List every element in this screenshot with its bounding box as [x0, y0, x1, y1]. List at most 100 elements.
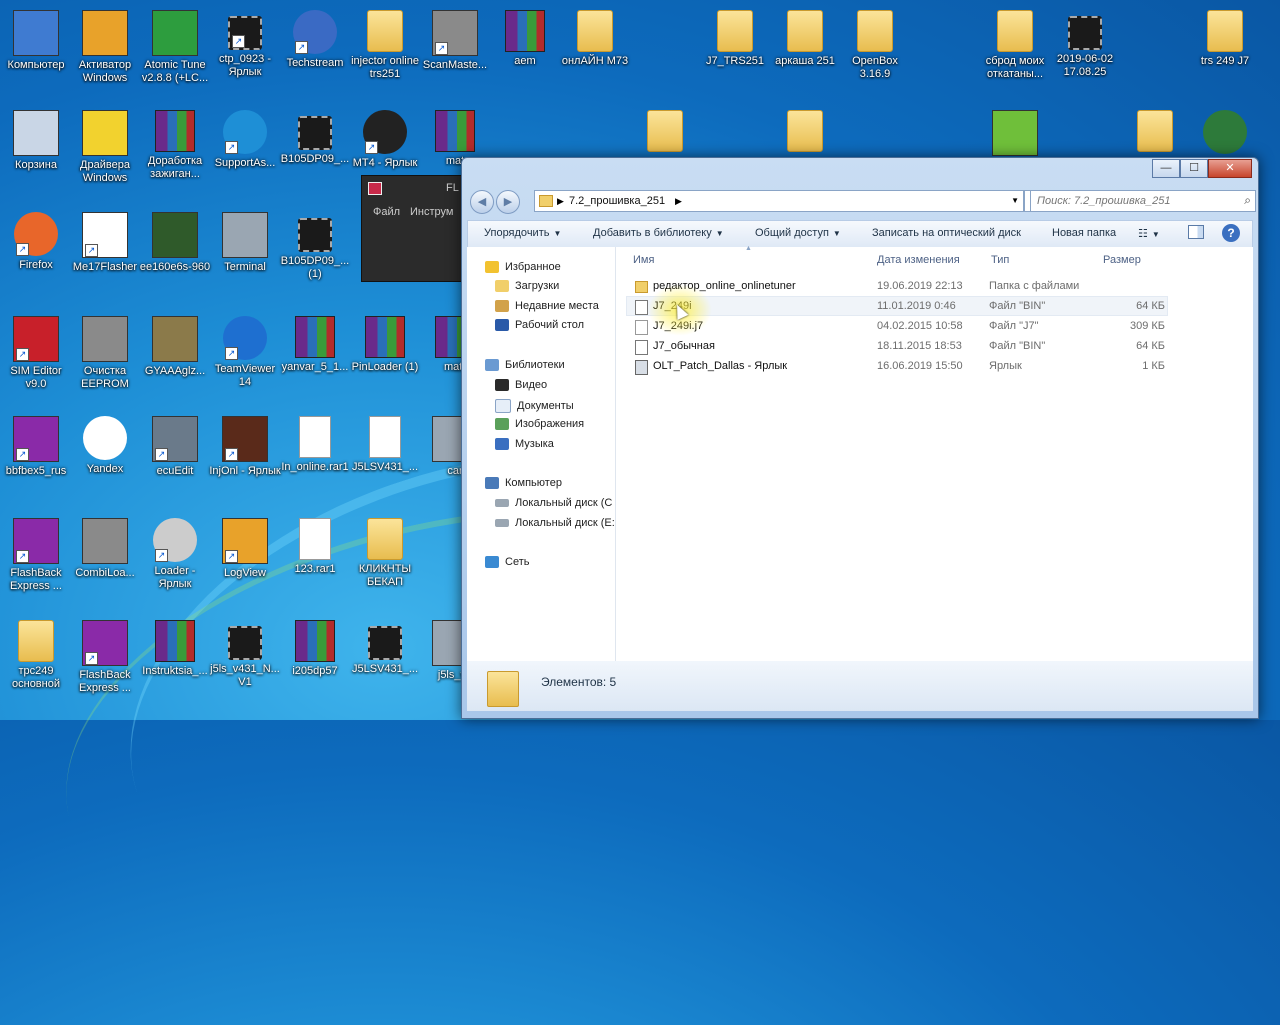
desktop-icon-18[interactable]: ↗ SupportAs... — [209, 110, 281, 170]
explorer-window[interactable]: — ☐ ✕ ◀ ▶ ▶ 7.2_прошивка_251 ▶ ▼ ⟳ ⌕ Упо… — [461, 157, 1259, 719]
desktop-icon-47[interactable]: ↗ FlashBack Express ... — [0, 518, 72, 593]
desktop-icon-5[interactable]: injector online trs251 — [349, 10, 421, 81]
desktop-icon-40[interactable]: ↗ bbfbex5_rus — [0, 416, 72, 478]
desktop-icon-19[interactable]: B105DP09_... — [279, 110, 351, 166]
column-type[interactable]: Тип — [991, 254, 1009, 266]
burn-disc-button[interactable]: Записать на оптический диск — [872, 227, 1021, 239]
background-menu-tools[interactable]: Инструм — [410, 206, 453, 218]
desktop-icon-17[interactable]: Доработка зажиган... — [139, 110, 211, 181]
desktop-icon-14[interactable]: trs 249 J7 — [1189, 10, 1261, 68]
desktop-icon-23[interactable] — [769, 110, 841, 155]
nav-favorites[interactable]: Избранное — [485, 261, 561, 274]
desktop-icon-10[interactable]: аркаша 251 — [769, 10, 841, 68]
desktop-icon-55[interactable]: Instruktsia_... — [139, 620, 211, 678]
desktop-icon-8[interactable]: онлАЙН M73 — [559, 10, 631, 68]
desktop-icon-6[interactable]: ↗ ScanMaste... — [419, 10, 491, 72]
desktop-icon-36[interactable]: ↗ TeamViewer 14 — [209, 316, 281, 389]
desktop-icon-43[interactable]: ↗ InjOnl - Ярлык — [209, 416, 281, 478]
desktop-icon-50[interactable]: ↗ LogView — [209, 518, 281, 580]
desktop-icon-13[interactable]: 2019-06-02 17.08.25 — [1049, 10, 1121, 79]
desktop-icon-20[interactable]: ↗ MT4 - Ярлык — [349, 110, 421, 170]
share-button[interactable]: Общий доступ ▼ — [755, 227, 841, 239]
desktop-icon-26[interactable] — [1189, 110, 1261, 157]
desktop-icon-38[interactable]: PinLoader (1) — [349, 316, 421, 374]
desktop-icon-48[interactable]: CombiLoa... — [69, 518, 141, 580]
desktop-icon-33[interactable]: ↗ SIM Editor v9.0 — [0, 316, 72, 391]
organize-button[interactable]: Упорядочить ▼ — [484, 227, 561, 239]
desktop-icon-51[interactable]: 123.rar1 — [279, 518, 351, 576]
file-row[interactable]: J7_249i 11.01.2019 0:46 Файл "BIN" 64 КБ — [626, 296, 1168, 316]
search-icon[interactable]: ⌕ — [1244, 193, 1251, 208]
close-button[interactable]: ✕ — [1208, 159, 1252, 178]
nav-music[interactable]: Музыка — [495, 438, 554, 451]
desktop-icon-35[interactable]: GYAAAglz... — [139, 316, 211, 378]
file-row[interactable]: редактор_online_onlinetuner 19.06.2019 22… — [627, 277, 1167, 295]
forward-button[interactable]: ▶ — [496, 190, 520, 214]
desktop-icon-28[interactable]: ↗ Me17Flasher — [69, 212, 141, 274]
column-date[interactable]: Дата изменения — [877, 254, 960, 266]
file-row[interactable]: OLT_Patch_Dallas - Ярлык 16.06.2019 15:50… — [627, 357, 1167, 375]
desktop-icon-53[interactable]: трс249 основной — [0, 620, 72, 691]
desktop-icon-31[interactable]: B105DP09_... (1) — [279, 212, 351, 281]
address-bar[interactable]: ▶ 7.2_прошивка_251 ▶ ▼ — [534, 190, 1024, 212]
view-options-button[interactable]: ☷ ▼ — [1138, 227, 1160, 240]
desktop-icon-15[interactable]: Корзина — [0, 110, 72, 172]
desktop-icon-22[interactable] — [629, 110, 701, 155]
desktop-icon-30[interactable]: Terminal — [209, 212, 281, 274]
desktop-icon-7[interactable]: aem — [489, 10, 561, 68]
desktop-icon-11[interactable]: OpenBox 3.16.9 — [839, 10, 911, 81]
desktop-icon-34[interactable]: Очистка EEPROM — [69, 316, 141, 391]
nav-desktop[interactable]: Рабочий стол — [495, 319, 584, 332]
help-button[interactable]: ? — [1222, 224, 1240, 242]
nav-network[interactable]: Сеть — [485, 556, 529, 569]
column-size[interactable]: Размер — [1103, 254, 1141, 266]
desktop-icon-16[interactable]: Драйвера Windows — [69, 110, 141, 185]
desktop-icon-29[interactable]: ee160e6s-960 — [139, 212, 211, 274]
desktop-icon-42[interactable]: ↗ ecuEdit — [139, 416, 211, 478]
nav-recent[interactable]: Недавние места — [495, 300, 599, 313]
file-row[interactable]: J7_249i.j7 04.02.2015 10:58 Файл "J7" 309 К… — [627, 317, 1167, 335]
breadcrumb-arrow-icon[interactable]: ▶ — [557, 191, 564, 211]
desktop-icon-54[interactable]: ↗ FlashBack Express ... — [69, 620, 141, 695]
nav-computer[interactable]: Компьютер — [485, 477, 562, 490]
maximize-button[interactable]: ☐ — [1180, 159, 1208, 178]
nav-downloads[interactable]: Загрузки — [495, 280, 559, 293]
nav-images[interactable]: Изображения — [495, 418, 584, 431]
back-button[interactable]: ◀ — [470, 190, 494, 214]
desktop-icon-24[interactable] — [979, 110, 1051, 159]
desktop-icon-56[interactable]: j5ls_v431_N... V1 — [209, 620, 281, 689]
nav-video[interactable]: Видео — [495, 379, 547, 392]
desktop-icon-1[interactable]: Активатор Windows — [69, 10, 141, 85]
new-folder-button[interactable]: Новая папка — [1052, 227, 1116, 239]
desktop-icon-57[interactable]: i205dp57 — [279, 620, 351, 678]
desktop-icon-9[interactable]: J7_TRS251 — [699, 10, 771, 68]
breadcrumb-current[interactable]: 7.2_прошивка_251 — [569, 191, 665, 211]
desktop-icon-0[interactable]: Компьютер — [0, 10, 72, 72]
nav-local-disk-e[interactable]: Локальный диск (E: — [495, 517, 615, 529]
desktop-icon-45[interactable]: J5LSV431_... — [349, 416, 421, 474]
desktop-icon-3[interactable]: ↗ ctp_0923 - Ярлык — [209, 10, 281, 79]
add-to-library-button[interactable]: Добавить в библиотеку ▼ — [593, 227, 724, 239]
desktop-icon-27[interactable]: ↗ Firefox — [0, 212, 72, 272]
desktop-icon-52[interactable]: КЛИКНТЫ БЕКАП — [349, 518, 421, 589]
desktop-icon-41[interactable]: Yandex — [69, 416, 141, 476]
desktop-icon-37[interactable]: yanvar_5_1... — [279, 316, 351, 374]
breadcrumb-arrow-icon[interactable]: ▶ — [675, 191, 682, 211]
nav-local-disk-c[interactable]: Локальный диск (C — [495, 497, 612, 509]
search-input[interactable] — [1035, 194, 1235, 208]
desktop-icon-25[interactable] — [1119, 110, 1191, 155]
desktop-icon-58[interactable]: J5LSV431_... — [349, 620, 421, 676]
address-dropdown-icon[interactable]: ▼ — [1011, 191, 1019, 211]
column-name[interactable]: Имя — [633, 254, 654, 266]
minimize-button[interactable]: — — [1152, 159, 1180, 178]
nav-documents[interactable]: Документы — [495, 399, 574, 413]
desktop-icon-49[interactable]: ↗ Loader - Ярлык — [139, 518, 211, 591]
search-box[interactable]: ⌕ — [1030, 190, 1256, 212]
desktop-icon-44[interactable]: In_online.rar1 — [279, 416, 351, 474]
desktop-icon-4[interactable]: ↗ Techstream — [279, 10, 351, 70]
background-menu-file[interactable]: Файл — [373, 206, 400, 218]
file-row[interactable]: J7_обычная 18.11.2015 18:53 Файл "BIN" 64 К… — [627, 337, 1167, 355]
desktop-icon-12[interactable]: сброд моих откатаны... — [979, 10, 1051, 81]
background-app-window[interactable]: FL Файл Инструм — [361, 175, 473, 282]
nav-libraries[interactable]: Библиотеки — [485, 359, 565, 372]
